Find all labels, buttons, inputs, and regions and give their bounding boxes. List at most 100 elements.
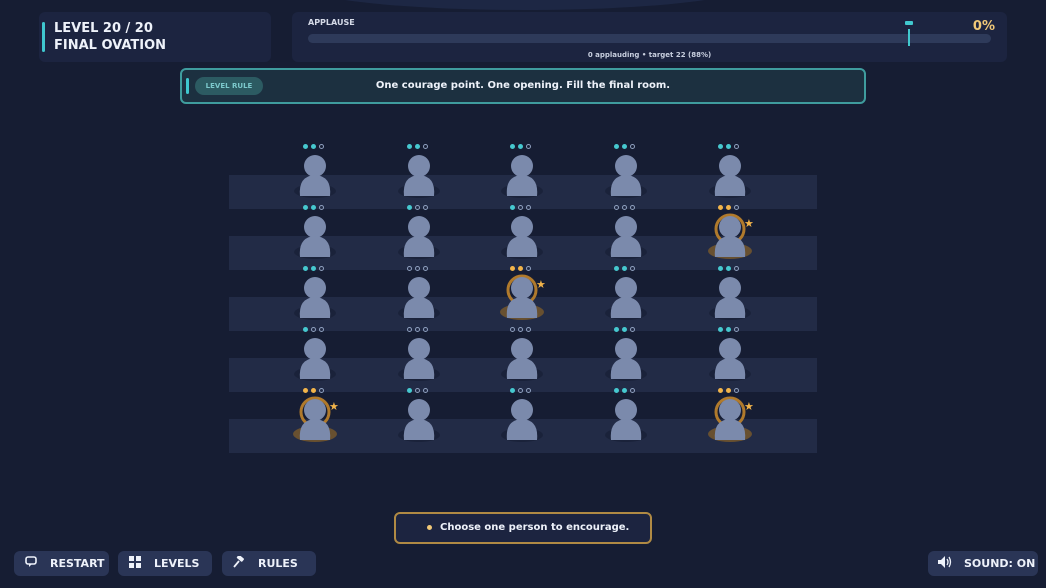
courage-dot: [526, 327, 531, 332]
level-title: FINAL OVATION: [54, 38, 167, 53]
person-figure-icon: [501, 338, 543, 381]
courage-dots: [510, 205, 534, 213]
top-glow: [300, 0, 750, 10]
courage-dot: [311, 388, 316, 393]
level-rule-text: One courage point. One opening. Fill the…: [375, 80, 671, 91]
crowd-person[interactable]: [389, 327, 449, 391]
courage-dot: [423, 327, 428, 332]
courage-dot: [415, 327, 420, 332]
crowd-person[interactable]: [700, 144, 760, 208]
crowd-person[interactable]: ★: [700, 205, 760, 269]
instruction-prompt: Choose one person to encourage.: [394, 512, 652, 544]
courage-dot: [614, 266, 619, 271]
courage-dot: [319, 144, 324, 149]
applause-card: APPLAUSE 0% 0 applauding • target 22 (88…: [292, 12, 1007, 62]
crowd-person[interactable]: ★: [700, 388, 760, 452]
courage-dot: [423, 144, 428, 149]
courage-dot: [526, 144, 531, 149]
courage-dot: [423, 205, 428, 210]
person-figure-icon: [709, 155, 751, 198]
person-figure-icon: [605, 277, 647, 320]
crowd-person[interactable]: [700, 327, 760, 391]
crowd-person[interactable]: [389, 144, 449, 208]
crowd-person[interactable]: [285, 144, 345, 208]
person-figure-icon: [605, 216, 647, 259]
courage-dot: [510, 205, 515, 210]
crowd-person[interactable]: [596, 144, 656, 208]
crowd-person[interactable]: [492, 144, 552, 208]
courage-dot: [726, 205, 731, 210]
crowd-person[interactable]: [285, 327, 345, 391]
courage-dots: [303, 327, 327, 335]
crowd-person[interactable]: [596, 327, 656, 391]
courage-dot: [423, 388, 428, 393]
crowd-person[interactable]: ★: [492, 266, 552, 330]
courage-dot: [407, 144, 412, 149]
courage-dots: [407, 144, 431, 152]
star-icon: ★: [536, 278, 546, 291]
crowd-person[interactable]: [596, 205, 656, 269]
crowd-person[interactable]: [285, 266, 345, 330]
courage-dot: [726, 327, 731, 332]
courage-dot: [415, 266, 420, 271]
courage-dot: [311, 205, 316, 210]
courage-dot: [718, 327, 723, 332]
crowd-person[interactable]: [492, 388, 552, 452]
courage-dot: [622, 327, 627, 332]
star-icon: ★: [744, 217, 754, 230]
rules-button[interactable]: RULES: [222, 551, 316, 576]
speaker-icon: [936, 556, 954, 571]
levels-button[interactable]: LEVELS: [118, 551, 212, 576]
courage-dots: [303, 205, 327, 213]
crowd-person[interactable]: [492, 327, 552, 391]
courage-dots: [510, 388, 534, 396]
courage-dot: [319, 205, 324, 210]
person-figure-icon: [294, 277, 336, 320]
rules-label: RULES: [258, 557, 298, 570]
courage-dot: [518, 144, 523, 149]
crowd-person[interactable]: [596, 388, 656, 452]
person-figure-icon: [294, 155, 336, 198]
person-figure-icon: [501, 399, 543, 442]
courage-dot: [526, 266, 531, 271]
courage-dot: [734, 144, 739, 149]
courage-dot: [510, 327, 515, 332]
courage-dot: [319, 327, 324, 332]
courage-dot: [726, 144, 731, 149]
courage-dot: [614, 388, 619, 393]
courage-dot: [630, 388, 635, 393]
courage-dot: [303, 144, 308, 149]
courage-dot: [407, 327, 412, 332]
courage-dots: [718, 266, 742, 274]
crowd-person[interactable]: [389, 388, 449, 452]
courage-dots: [718, 388, 742, 396]
crowd-person[interactable]: [389, 266, 449, 330]
courage-dots: [614, 266, 638, 274]
courage-dots: [510, 327, 534, 335]
courage-dot: [622, 266, 627, 271]
courage-dots: [407, 266, 431, 274]
star-icon: ★: [329, 400, 339, 413]
courage-dot: [614, 327, 619, 332]
courage-dot: [726, 388, 731, 393]
crowd-person[interactable]: [285, 205, 345, 269]
courage-dot: [526, 388, 531, 393]
courage-dot: [415, 388, 420, 393]
person-figure-icon: [398, 399, 440, 442]
star-icon: ★: [744, 400, 754, 413]
crowd-person[interactable]: [700, 266, 760, 330]
crowd-person[interactable]: [389, 205, 449, 269]
gavel-icon: [230, 554, 248, 571]
courage-dot: [734, 266, 739, 271]
person-figure-icon: [605, 338, 647, 381]
restart-button[interactable]: RESTART: [14, 551, 109, 576]
sound-toggle-button[interactable]: SOUND: ON: [928, 551, 1038, 576]
courage-dot: [726, 266, 731, 271]
crowd-person[interactable]: ★: [285, 388, 345, 452]
crowd-person[interactable]: [596, 266, 656, 330]
courage-dot: [407, 388, 412, 393]
applause-status: 0 applauding • target 22 (88%): [587, 51, 712, 59]
courage-dots: [614, 388, 638, 396]
crowd-person[interactable]: [492, 205, 552, 269]
level-accent-bar: [42, 22, 45, 52]
